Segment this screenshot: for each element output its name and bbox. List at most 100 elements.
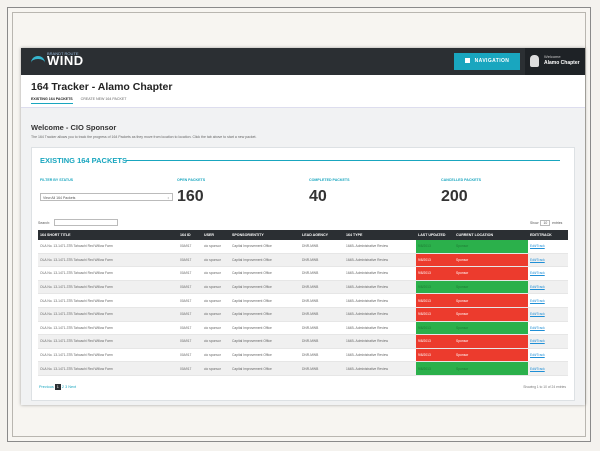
cell-type: 164B- Administrative Review: [344, 321, 416, 336]
cell-sponsor: Capital Improvement Office: [230, 280, 300, 295]
cell-user: cio sponsor: [202, 253, 230, 268]
column-header[interactable]: CURRENT LOCATION: [454, 230, 528, 240]
cell-location: Sponsor: [454, 280, 528, 295]
app-screenshot: WIND BRANDT ROUTE NAVIGATION Welcome Ala…: [21, 48, 585, 405]
cell-location: Sponsor: [454, 334, 528, 349]
status-filter-value: View All 164 Packets: [43, 196, 76, 200]
section-title: EXISTING 164 PACKETS: [40, 156, 127, 165]
welcome-heading: Welcome - CIO Sponsor: [31, 123, 117, 132]
tab-existing-packets[interactable]: EXISTING 164 PACKETS: [31, 97, 73, 104]
edit-track-link[interactable]: Edit/Track: [528, 293, 568, 308]
edit-track-link[interactable]: Edit/Track: [528, 266, 568, 281]
pagination: Previous 1 2 3 Next: [39, 384, 76, 390]
filter-label: FILTER BY STATUS: [40, 178, 74, 182]
cell-user: cio sponsor: [202, 266, 230, 281]
edit-track-link[interactable]: Edit/Track: [528, 280, 568, 295]
cell-sponsor: Capital Improvement Office: [230, 334, 300, 349]
edit-track-link[interactable]: Edit/Track: [528, 348, 568, 363]
cell-agency: DNR-MWB: [300, 321, 344, 336]
cell-agency: DNR-MWB: [300, 266, 344, 281]
cell-type: 164B- Administrative Review: [344, 361, 416, 376]
cell-agency: DNR-MWB: [300, 280, 344, 295]
search-input[interactable]: [54, 219, 118, 226]
cell-updated: 9/8/2013: [416, 293, 454, 308]
completed-packets-label: COMPLETED PACKETS: [309, 178, 350, 182]
table-header: 164 SHORT TITLE 164 ID USER SPONSOR/ENTITY L…: [38, 230, 568, 240]
intro-text: The 164 Tracker allows you to track the …: [31, 135, 257, 139]
cell-sponsor: Capital Improvement Office: [230, 307, 300, 322]
cell-user: cio sponsor: [202, 293, 230, 308]
wind-logo-icon: [31, 55, 45, 68]
cell-title: OLA No. 13-1471-3TB Tahoachi Red Willow …: [38, 348, 178, 363]
app-logo[interactable]: WIND BRANDT ROUTE: [31, 51, 84, 68]
cell-user: cio sponsor: [202, 361, 230, 376]
cell-agency: DNR-MWB: [300, 334, 344, 349]
open-packets-label: OPEN PACKETS: [177, 178, 206, 182]
page-1-button[interactable]: 1: [54, 384, 61, 390]
column-header[interactable]: SPONSOR/ENTITY: [230, 230, 300, 240]
navigation-button[interactable]: NAVIGATION: [454, 53, 520, 70]
table-row: OLA No. 13-1471-3TB Tahoachi Red Willow …: [38, 348, 568, 363]
cell-id: 00A917: [178, 240, 202, 254]
section-divider: [126, 160, 560, 161]
edit-track-link[interactable]: Edit/Track: [528, 321, 568, 336]
edit-track-link[interactable]: Edit/Track: [528, 361, 568, 376]
edit-track-link[interactable]: Edit/Track: [528, 240, 568, 254]
show-suffix: entries: [552, 221, 563, 225]
cell-id: 00A917: [178, 361, 202, 376]
cell-type: 164B- Administrative Review: [344, 280, 416, 295]
edit-track-link[interactable]: Edit/Track: [528, 334, 568, 349]
cell-user: cio sponsor: [202, 240, 230, 254]
edit-track-link[interactable]: Edit/Track: [528, 307, 568, 322]
cell-agency: DNR-MWB: [300, 240, 344, 254]
cell-agency: DNR-MWB: [300, 361, 344, 376]
cell-id: 00A917: [178, 293, 202, 308]
page-title: 164 Tracker - Alamo Chapter: [31, 81, 173, 93]
cell-type: 164B- Administrative Review: [344, 240, 416, 254]
page-tabs: EXISTING 164 PACKETS CREATE NEW 164 PACK…: [31, 97, 133, 104]
column-header[interactable]: USER: [202, 230, 230, 240]
previous-button[interactable]: Previous: [39, 385, 54, 389]
packets-table: 164 SHORT TITLE 164 ID USER SPONSOR/ENTITY L…: [38, 230, 568, 376]
column-header[interactable]: LAST UPDATED: [416, 230, 454, 240]
cell-type: 164B- Administrative Review: [344, 253, 416, 268]
next-button[interactable]: Next: [68, 385, 76, 389]
column-header[interactable]: LEAD AGENCY: [300, 230, 344, 240]
cell-location: Sponsor: [454, 240, 528, 254]
column-header[interactable]: 164 ID: [178, 230, 202, 240]
cell-title: OLA No. 13-1471-3TB Tahoachi Red Willow …: [38, 253, 178, 268]
page-size-select[interactable]: 10: [540, 220, 551, 226]
cell-sponsor: Capital Improvement Office: [230, 293, 300, 308]
cancelled-packets-label: CANCELLED PACKETS: [441, 178, 482, 182]
status-filter-select[interactable]: View All 164 Packets ↕: [40, 193, 173, 201]
table-row: OLA No. 13-1471-3TB Tahoachi Red Willow …: [38, 307, 568, 322]
cell-updated: 9/8/2013: [416, 266, 454, 281]
logo-small-text: BRANDT ROUTE: [47, 51, 79, 56]
title-bar: 164 Tracker - Alamo Chapter EXISTING 164…: [21, 75, 585, 108]
cell-location: Sponsor: [454, 307, 528, 322]
page-3-button[interactable]: 3: [65, 385, 67, 389]
cell-title: OLA No. 13-1471-3TB Tahoachi Red Willow …: [38, 361, 178, 376]
cell-id: 00A917: [178, 348, 202, 363]
column-header[interactable]: 164 SHORT TITLE: [38, 230, 178, 240]
edit-track-link[interactable]: Edit/Track: [528, 253, 568, 268]
cell-id: 00A917: [178, 280, 202, 295]
user-menu[interactable]: Welcome Alamo Chapter: [525, 48, 585, 75]
table-row: OLA No. 13-1471-3TB Tahoachi Red Willow …: [38, 280, 568, 295]
table-row: OLA No. 13-1471-3TB Tahoachi Red Willow …: [38, 266, 568, 281]
column-header[interactable]: 164 TYPE: [344, 230, 416, 240]
cell-agency: DNR-MWB: [300, 348, 344, 363]
cell-updated: 9/8/2013: [416, 361, 454, 376]
page-2-button[interactable]: 2: [62, 385, 64, 389]
completed-packets-count: 40: [309, 188, 327, 205]
open-packets-count: 160: [177, 188, 204, 205]
cell-user: cio sponsor: [202, 334, 230, 349]
cell-title: OLA No. 13-1471-3TB Tahoachi Red Willow …: [38, 321, 178, 336]
select-caret-icon: ↕: [167, 196, 169, 200]
welcome-small: Welcome: [544, 54, 561, 59]
cell-updated: 9/8/2013: [416, 348, 454, 363]
column-header[interactable]: EDIT/TRACK: [528, 230, 568, 240]
tab-create-packet[interactable]: CREATE NEW 164 PACKET: [81, 97, 127, 103]
navigation-icon: [464, 58, 470, 64]
cell-title: OLA No. 13-1471-3TB Tahoachi Red Willow …: [38, 334, 178, 349]
